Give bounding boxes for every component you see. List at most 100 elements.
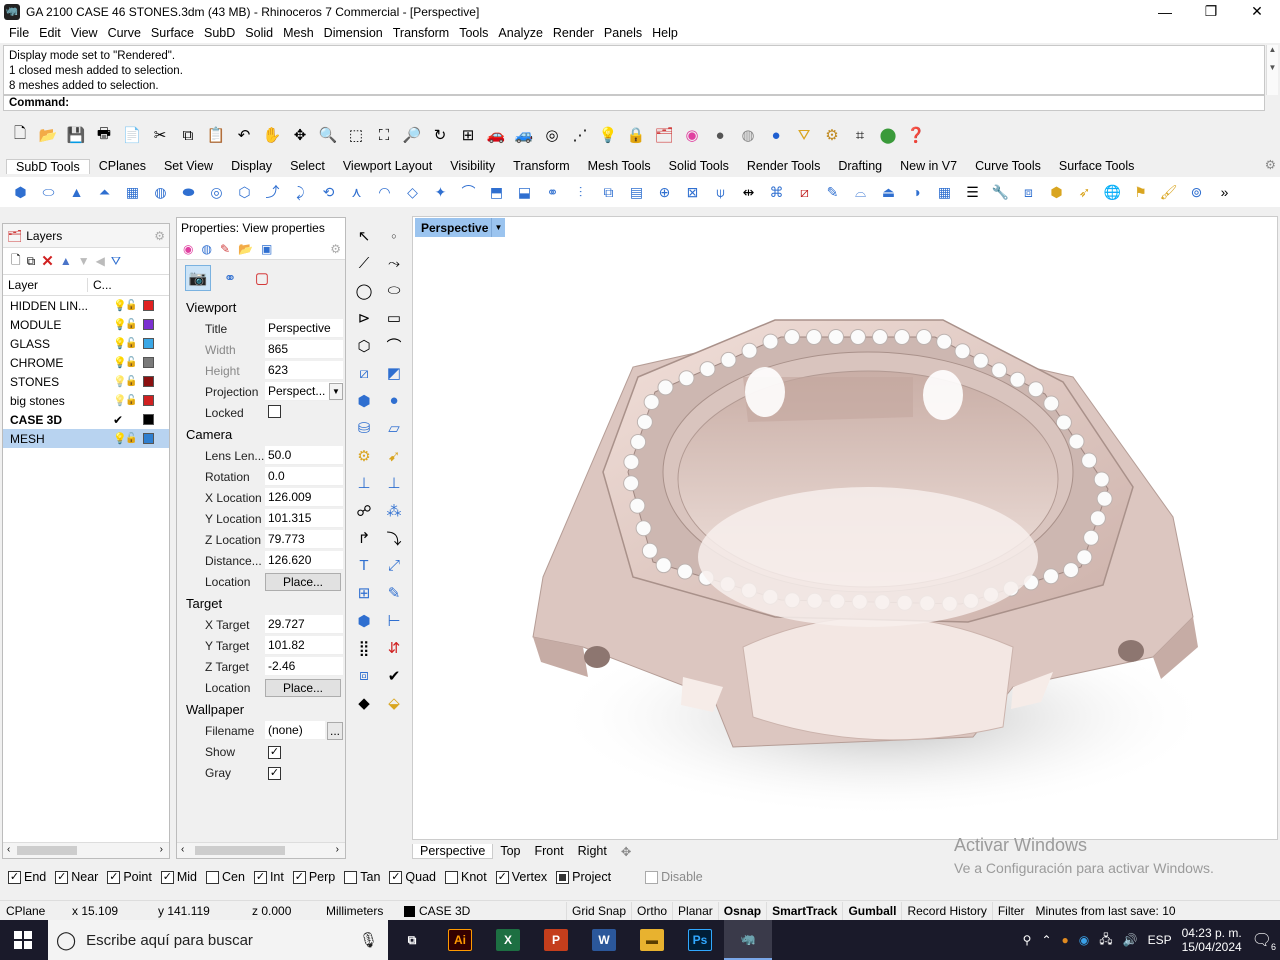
layer-row[interactable]: STONES 💡 🔓	[3, 372, 169, 391]
properties-gear-icon[interactable]: ⚙	[330, 242, 341, 256]
tab-top[interactable]: Top	[493, 844, 527, 858]
subd-paint-icon[interactable]: ⚑	[1128, 180, 1153, 205]
image-tab-icon[interactable]: ▣	[261, 242, 272, 256]
menu-render[interactable]: Render	[548, 26, 599, 40]
trim-icon[interactable]: ⊥	[350, 470, 378, 498]
analyze-icon[interactable]: ⧈	[350, 662, 378, 690]
undo-view-icon[interactable]: ↻	[428, 123, 452, 147]
y-target-field[interactable]: 101.82	[265, 636, 343, 655]
visibility-bulb-icon[interactable]: 💡	[113, 318, 127, 331]
tab-drafting[interactable]: Drafting	[829, 159, 891, 173]
tab-render-tools[interactable]: Render Tools	[738, 159, 829, 173]
help-icon[interactable]: ❓	[904, 123, 928, 147]
tab-solid-tools[interactable]: Solid Tools	[660, 159, 738, 173]
menu-surface[interactable]: Surface	[146, 26, 199, 40]
lock-icon[interactable]: 🔓	[125, 433, 139, 444]
point-tool-icon[interactable]: ○	[380, 222, 408, 250]
subd-reflect-icon[interactable]: ⌘	[764, 180, 789, 205]
mesh-plane-icon[interactable]: ▱	[380, 415, 408, 443]
taskbar-search-box[interactable]: ◯ Escribe aquí para buscar 🎙	[48, 920, 388, 960]
paste-icon[interactable]: 📋	[204, 123, 228, 147]
layer-name[interactable]: big stones	[3, 394, 113, 408]
osnap-checkbox[interactable]: ✓	[55, 870, 69, 884]
zoom-window-icon[interactable]: ⬚	[344, 123, 368, 147]
undo-icon[interactable]: ↶	[232, 123, 256, 147]
subd-brush-icon[interactable]: 🖌	[1156, 180, 1181, 205]
layer-row[interactable]: MODULE 💡 🔓	[3, 315, 169, 334]
move-up-icon[interactable]: ▲	[60, 254, 72, 268]
rhino-taskbar-icon[interactable]: 🦏	[724, 920, 772, 960]
osnap-toggle[interactable]: Osnap	[717, 901, 766, 921]
powerpoint-icon[interactable]: P	[532, 920, 580, 960]
osnap-mid[interactable]: ✓ Mid	[160, 870, 197, 884]
osnap-near[interactable]: ✓ Near	[55, 870, 98, 884]
osnap-perp[interactable]: ✓ Perp	[292, 870, 335, 884]
menu-analyze[interactable]: Analyze	[493, 26, 547, 40]
lock-icon[interactable]: 🔓	[125, 376, 139, 387]
people-icon[interactable]: ⚲	[1023, 933, 1032, 947]
perspective-viewport[interactable]: Perspective ▼	[412, 216, 1278, 840]
rotate-view-icon[interactable]: ✥	[288, 123, 312, 147]
browse-wallpaper-button[interactable]: ...	[327, 721, 343, 740]
save-icon[interactable]: 💾	[64, 123, 88, 147]
osnap-checkbox[interactable]	[445, 870, 458, 884]
color-wheel-tab-icon[interactable]: ◉	[183, 242, 193, 256]
array-icon[interactable]: ⊞	[350, 580, 378, 608]
tab-select[interactable]: Select	[281, 159, 334, 173]
shaded-car-icon[interactable]: 🚙	[512, 123, 536, 147]
menu-mesh[interactable]: Mesh	[278, 26, 319, 40]
visibility-bulb-icon[interactable]: 💡	[113, 375, 127, 388]
locked-checkbox[interactable]	[268, 404, 281, 418]
point-icon[interactable]: ⋰	[568, 123, 592, 147]
scale-icon[interactable]: ⤢	[380, 552, 408, 580]
toolbar-settings-gear-icon[interactable]: ⚙	[1265, 157, 1276, 172]
new-file-icon[interactable]: 🗋	[8, 123, 32, 147]
tab-curve-tools[interactable]: Curve Tools	[966, 159, 1050, 173]
osnap-checkbox[interactable]: ✓	[292, 870, 306, 884]
viewport-frame-icon[interactable]: ▢	[249, 265, 275, 291]
subd-bridge-icon[interactable]: ⌒	[456, 180, 481, 205]
layer-name[interactable]: STONES	[3, 375, 113, 389]
subd-crease-icon[interactable]: ⫶	[568, 180, 593, 205]
y-location-field[interactable]: 101.315	[265, 509, 343, 528]
filename-field[interactable]: (none)	[265, 721, 325, 740]
history-scrollbar[interactable]: ▲ ▼	[1266, 45, 1278, 95]
close-button[interactable]: ✕	[1234, 0, 1280, 23]
text-icon[interactable]: T	[350, 552, 378, 580]
solid-box-icon[interactable]: ⬢	[350, 387, 378, 415]
move-arrow-icon[interactable]: ➹	[380, 442, 408, 470]
visibility-bulb-icon[interactable]: 💡	[113, 394, 127, 407]
subd-weld-icon[interactable]: ⚭	[540, 180, 565, 205]
visibility-bulb-icon[interactable]: 💡	[113, 337, 127, 350]
cut-icon[interactable]: ✂	[148, 123, 172, 147]
settings-gear-icon[interactable]: ⚙	[820, 123, 844, 147]
subd-cubes-icon[interactable]: ⧈	[1016, 180, 1041, 205]
menu-panels[interactable]: Panels	[599, 26, 647, 40]
tab-visibility[interactable]: Visibility	[441, 159, 504, 173]
visibility-bulb-icon[interactable]: 💡	[113, 299, 127, 312]
cylinder-icon[interactable]: ⛁	[350, 415, 378, 443]
tray-app-icon[interactable]: ◉	[1079, 933, 1089, 947]
subd-flip-icon[interactable]: ◑	[904, 180, 929, 205]
zoom-selected-icon[interactable]: 🔎	[400, 123, 424, 147]
network-icon[interactable]: 🖧	[1099, 930, 1112, 951]
python-icon[interactable]: ⬤	[876, 123, 900, 147]
chamfer-icon[interactable]: ⤵	[380, 525, 408, 553]
arc-icon[interactable]: ⌒	[380, 332, 408, 360]
camera-icon[interactable]: 📷	[185, 265, 211, 291]
subd-edit-icon[interactable]: ⧄	[792, 180, 817, 205]
osnap-knot[interactable]: Knot	[445, 870, 487, 884]
lock-icon[interactable]: 🔓	[125, 357, 139, 368]
material-sphere-icon[interactable]: ●	[708, 123, 732, 147]
grid-snap-toggle[interactable]: Grid Snap	[566, 901, 631, 921]
width-field[interactable]: 865	[265, 340, 343, 359]
gumball-toggle[interactable]: Gumball	[842, 901, 901, 921]
split-icon[interactable]: ⊥	[380, 470, 408, 498]
visibility-bulb-icon[interactable]: 💡	[113, 432, 127, 445]
pan-icon[interactable]: ✋	[260, 123, 284, 147]
tab-surface-tools[interactable]: Surface Tools	[1050, 159, 1144, 173]
solid-edit-icon[interactable]: ⬢	[350, 607, 378, 635]
viewport-layout-icon[interactable]: ⊞	[456, 123, 480, 147]
menu-curve[interactable]: Curve	[103, 26, 146, 40]
lock-icon[interactable]: 🔓	[125, 319, 139, 330]
